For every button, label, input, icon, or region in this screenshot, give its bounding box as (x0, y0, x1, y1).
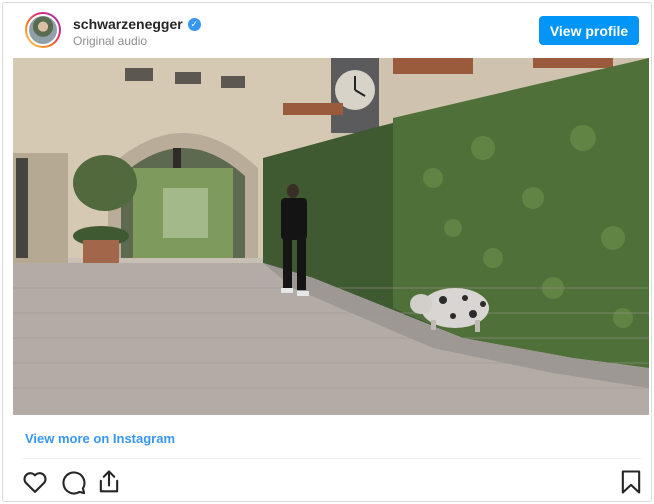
instagram-embed-card: schwarzenegger ✓ Original audio View pro… (2, 2, 652, 502)
view-profile-button[interactable]: View profile (539, 16, 639, 45)
avatar[interactable] (25, 12, 61, 48)
view-more-link[interactable]: View more on Instagram (25, 431, 175, 446)
username-row: schwarzenegger ✓ (73, 16, 201, 32)
post-header: schwarzenegger ✓ Original audio View pro… (3, 3, 651, 57)
bookmark-icon[interactable] (617, 468, 645, 496)
audio-subtitle[interactable]: Original audio (73, 34, 147, 48)
verified-badge-icon: ✓ (187, 17, 201, 31)
username[interactable]: schwarzenegger (73, 16, 183, 32)
action-bar (21, 468, 643, 496)
post-media[interactable] (13, 58, 649, 415)
media-illustration (13, 58, 649, 415)
divider (23, 458, 641, 459)
heart-icon[interactable] (21, 468, 49, 496)
comment-icon[interactable] (59, 468, 87, 496)
share-icon[interactable] (95, 468, 123, 496)
avatar-image (27, 14, 59, 46)
